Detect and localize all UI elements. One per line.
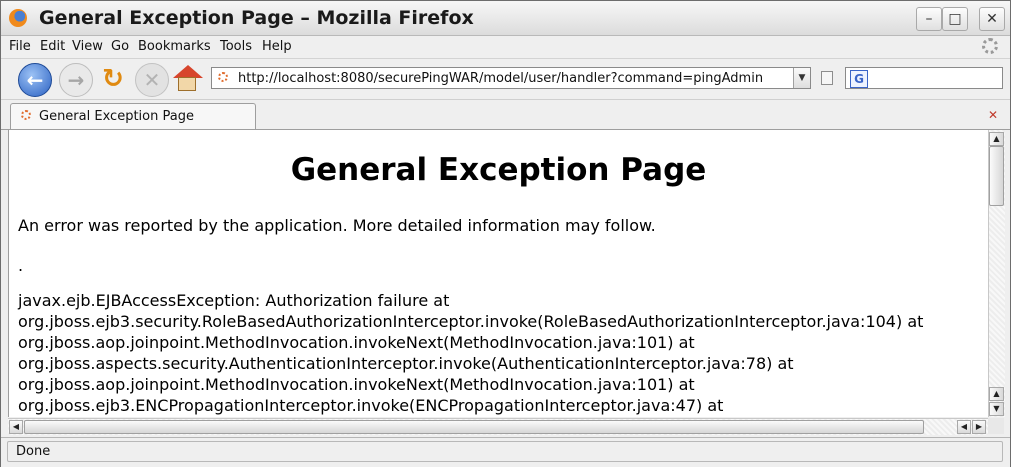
home-house-icon — [178, 77, 196, 91]
menu-tools[interactable]: Tools — [220, 39, 252, 54]
address-bar[interactable]: http://localhost:8080/securePingWAR/mode… — [211, 67, 811, 89]
back-button[interactable]: ← — [18, 63, 52, 97]
trace-line: org.jboss.aop.joinpoint.MethodInvocation… — [18, 375, 695, 394]
tab-label: General Exception Page — [39, 109, 194, 124]
separator-dot: . — [18, 256, 24, 275]
trace-line: org.jboss.aop.joinpoint.MethodInvocation… — [18, 333, 695, 352]
home-button[interactable] — [172, 63, 203, 95]
title-bar: General Exception Page – Mozilla Firefox… — [1, 1, 1010, 36]
trace-line: javax.ejb.EJBAccessException: Authorizat… — [18, 291, 450, 310]
address-url[interactable]: http://localhost:8080/securePingWAR/mode… — [238, 71, 763, 86]
trace-line: org.jboss.aspects.security.Authenticatio… — [18, 354, 794, 373]
browser-window: General Exception Page – Mozilla Firefox… — [0, 0, 1011, 467]
firefox-logo-icon — [9, 9, 27, 27]
reload-button[interactable]: ↻ — [97, 63, 129, 95]
scroll-left-button-right[interactable]: ◀ — [957, 420, 971, 434]
vertical-scrollbar[interactable]: ▲ ▲ ▼ — [988, 130, 1005, 417]
stack-trace: javax.ejb.EJBAccessException: Authorizat… — [18, 290, 923, 416]
menu-bookmarks[interactable]: Bookmarks — [138, 39, 211, 54]
menu-bar: File Edit View Go Bookmarks Tools Help — [1, 36, 1010, 59]
page-loading-icon — [218, 72, 228, 82]
horizontal-scroll-thumb[interactable] — [24, 420, 924, 434]
stop-button[interactable]: ✕ — [135, 63, 169, 97]
page-heading: General Exception Page — [290, 152, 707, 188]
scrollbar-corner — [988, 418, 1004, 434]
status-panel: Done — [7, 441, 1003, 462]
activity-throbber-icon — [982, 38, 998, 54]
scroll-left-button[interactable]: ◀ — [9, 420, 23, 434]
menu-view[interactable]: View — [72, 39, 103, 54]
maximize-button[interactable]: □ — [942, 7, 968, 31]
status-text: Done — [16, 444, 51, 459]
page-content: General Exception Page An error was repo… — [8, 130, 988, 417]
menu-help[interactable]: Help — [262, 39, 292, 54]
scroll-down-button[interactable]: ▼ — [989, 402, 1004, 416]
search-box[interactable]: G — [845, 67, 1003, 89]
window-title: General Exception Page – Mozilla Firefox — [39, 7, 474, 29]
scroll-up-button[interactable]: ▲ — [989, 132, 1004, 146]
navigation-toolbar: ← → ↻ ✕ http://localhost:8080/securePing… — [1, 59, 1010, 100]
scroll-right-button[interactable]: ▶ — [972, 420, 986, 434]
error-intro: An error was reported by the application… — [18, 216, 656, 235]
tab-bar: General Exception Page ✕ — [1, 100, 1010, 130]
trace-line: org.jboss.ejb3.security.RoleBasedAuthori… — [18, 312, 924, 331]
menu-file[interactable]: File — [9, 39, 31, 54]
tab-general-exception-page[interactable]: General Exception Page — [10, 103, 256, 129]
tab-loading-icon — [21, 110, 31, 120]
scroll-up-button-lower[interactable]: ▲ — [989, 387, 1004, 401]
forward-button[interactable]: → — [59, 63, 93, 97]
minimize-button[interactable]: – — [916, 7, 942, 31]
address-history-dropdown[interactable]: ▼ — [793, 68, 810, 88]
close-tab-icon[interactable]: ✕ — [988, 108, 998, 122]
trace-line: org.jboss.ejb3.ENCPropagationInterceptor… — [18, 396, 724, 415]
status-bar: Done — [1, 437, 1010, 467]
close-window-button[interactable]: ✕ — [979, 7, 1005, 31]
vertical-scroll-thumb[interactable] — [989, 146, 1004, 206]
search-engine-icon[interactable]: G — [850, 70, 868, 88]
menu-go[interactable]: Go — [111, 39, 129, 54]
menu-edit[interactable]: Edit — [40, 39, 65, 54]
horizontal-scrollbar[interactable]: ◀ ◀ ▶ — [8, 418, 988, 435]
go-button-icon[interactable] — [821, 71, 833, 85]
